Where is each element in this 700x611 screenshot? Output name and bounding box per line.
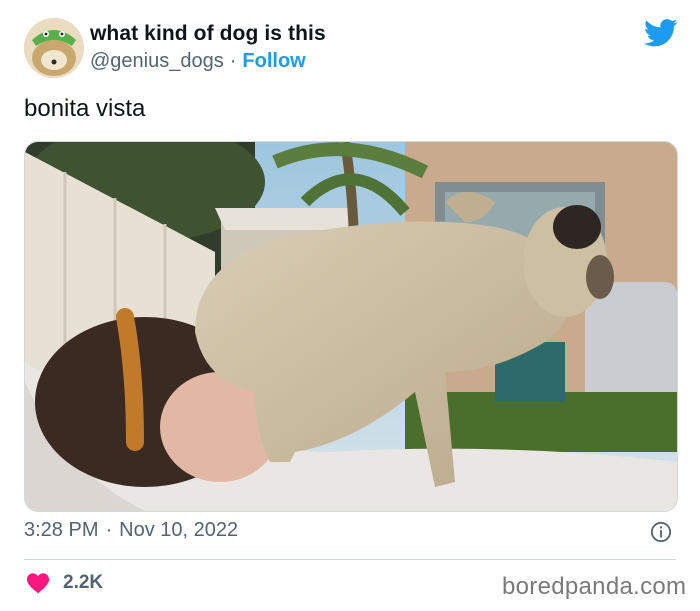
separator-dot: · xyxy=(229,50,237,72)
avatar[interactable] xyxy=(24,18,84,78)
twitter-bird-icon[interactable] xyxy=(644,18,678,48)
display-name[interactable]: what kind of dog is this xyxy=(90,22,326,46)
tweet-time: 3:28 PM xyxy=(24,519,99,541)
separator-dot: · xyxy=(105,519,113,541)
tweet-card: what kind of dog is this @genius_dogs · Fo… xyxy=(0,0,700,611)
follow-link[interactable]: Follow xyxy=(242,50,305,72)
like-count[interactable]: 2.2K xyxy=(63,572,103,594)
heart-icon[interactable] xyxy=(26,572,50,594)
watermark: boredpanda.com xyxy=(502,573,687,600)
tweet-date: Nov 10, 2022 xyxy=(119,519,239,541)
tweet-text: bonita vista xyxy=(24,95,146,122)
tweet-timestamp[interactable]: 3:28 PM · Nov 10, 2022 xyxy=(24,519,238,542)
tweet-photo[interactable] xyxy=(24,141,678,512)
handle-line: @genius_dogs · Follow xyxy=(90,50,306,73)
info-icon[interactable] xyxy=(650,521,672,543)
user-handle[interactable]: @genius_dogs xyxy=(90,50,224,72)
divider xyxy=(24,559,676,560)
